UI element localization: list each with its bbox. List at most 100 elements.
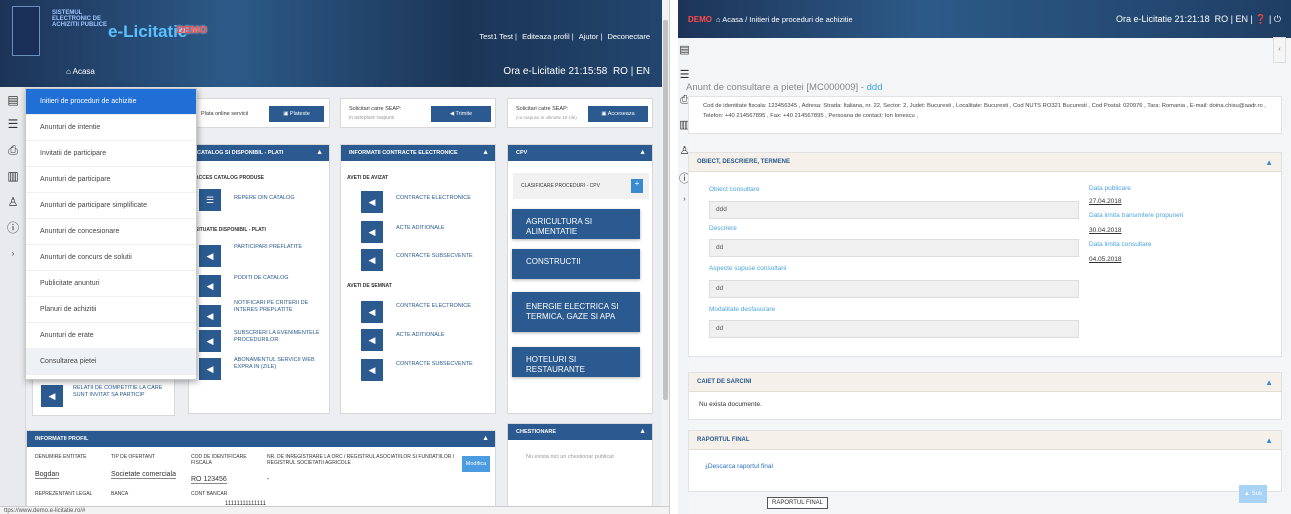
chevron-right-icon[interactable]: › xyxy=(6,247,20,261)
semnat-btn-1[interactable]: ◀ xyxy=(361,301,383,323)
user-link[interactable]: Test1 Test xyxy=(479,32,513,41)
catalog-header[interactable]: CATALOG SI DISPONIBIL - PLATI ▲ xyxy=(189,145,329,161)
situatie-btn-4[interactable]: ◀ xyxy=(199,330,221,352)
situatie-btn-1[interactable]: ◀ xyxy=(199,245,221,267)
semnat-btn-2[interactable]: ◀ xyxy=(361,329,383,351)
menu-item-participare-simplificate[interactable]: Anunturi de participare simplificate xyxy=(26,193,196,219)
scroll-thumb[interactable] xyxy=(663,20,668,400)
catalog-repere-link[interactable]: REPERE DIN CATALOG xyxy=(234,195,295,202)
avizat-btn-1[interactable]: ◀ xyxy=(361,191,383,213)
help-link[interactable]: Ajutor xyxy=(579,32,599,41)
menu-item-concurs[interactable]: Anunturi de concurs de solutii xyxy=(26,245,196,271)
logout-icon[interactable]: ⏻ xyxy=(1274,14,1281,24)
questionnaire-header[interactable]: CHESTIONARE ▲ xyxy=(508,424,652,440)
menu-item-intentie[interactable]: Anunturi de intentie xyxy=(26,115,196,141)
edit-profile-link[interactable]: Editeaza profil xyxy=(522,32,570,41)
chevron-up-icon[interactable]: ▲ xyxy=(1265,153,1273,172)
chart-icon[interactable]: ▥ xyxy=(6,169,20,183)
avizat-btn-3[interactable]: ◀ xyxy=(361,249,383,271)
chevron-up-icon[interactable]: ▲ xyxy=(316,145,323,161)
avizat-link-3[interactable]: CONTRACTE SUBSECVENTE xyxy=(396,253,473,260)
cpv-add-button[interactable]: + xyxy=(631,179,643,193)
cpv-tile-3[interactable]: ENERGIE ELECTRICA SI TERMICA, GAZE SI AP… xyxy=(512,292,640,332)
semnat-btn-3[interactable]: ◀ xyxy=(361,359,383,381)
catalog-card: CATALOG SI DISPONIBIL - PLATI ▲ ACCES CAT… xyxy=(188,144,330,414)
chevron-up-icon[interactable]: ▲ xyxy=(1265,431,1273,450)
menu-item-publicitate[interactable]: Publicitate anunturi xyxy=(26,271,196,297)
access-button[interactable]: ▣ Acceseaza xyxy=(588,106,648,122)
modify-button[interactable]: Modifica xyxy=(462,456,490,472)
obiect-header[interactable]: OBIECT, DESCRIERE, TERMENE ▲ xyxy=(689,153,1281,172)
cpv-tile-2[interactable]: CONSTRUCTII xyxy=(512,249,640,279)
chevron-up-icon[interactable]: ▲ xyxy=(482,431,489,447)
cpv-header[interactable]: CPV ▲ xyxy=(508,145,652,161)
logout-link[interactable]: Deconectare xyxy=(607,32,650,41)
download-report-label: Descarca raportul final xyxy=(707,463,773,470)
raport-header[interactable]: RAPORTUL FINAL ▲ xyxy=(689,431,1281,450)
profile-header[interactable]: INFORMATII PROFIL ▲ xyxy=(27,431,495,447)
situatie-btn-2[interactable]: ◀ xyxy=(199,275,221,297)
situatie-link-2[interactable]: PODITI DE CATALOG xyxy=(234,275,324,282)
breadcrumb-text[interactable]: Acasa / Initieri de proceduri de achizit… xyxy=(722,15,853,24)
chevron-up-icon[interactable]: ▲ xyxy=(1265,373,1273,392)
document-icon[interactable]: ▤ xyxy=(6,93,20,107)
home-link[interactable]: ⌂ Acasa xyxy=(66,67,95,76)
lang-switch[interactable]: RO | EN | xyxy=(1215,14,1253,24)
chevron-up-icon[interactable]: ▲ xyxy=(639,424,646,440)
data-publicare-value: 27.04.2018 xyxy=(1089,198,1122,205)
semnat-link-2[interactable]: ACTE ADITIONALE xyxy=(396,332,445,339)
questionnaire-card: CHESTIONARE ▲ Nu exista nici un chestiona… xyxy=(507,423,653,507)
brand-name[interactable]: e-Licitatie xyxy=(108,22,187,42)
caiet-header[interactable]: CAIET DE SARCINI ▲ xyxy=(689,373,1281,392)
answered-card: Solicitari catre SEAP: (cu raspuns in ul… xyxy=(507,98,653,128)
menu-item-invitatii[interactable]: Invitatii de participare xyxy=(26,141,196,167)
situatie-label: SITUATIE DISPONIBIL - PLATI xyxy=(195,227,266,233)
left-scrollbar[interactable] xyxy=(662,0,669,506)
semnat-link-3[interactable]: CONTRACTE SUBSECVENTE xyxy=(396,361,473,368)
relatii-link[interactable]: RELATII DE COMPETITIE LA CARE SUNT INVIT… xyxy=(73,385,168,399)
lang-ro[interactable]: RO xyxy=(613,66,628,77)
document-icon[interactable]: ▤ xyxy=(679,43,690,56)
semnat-link-1[interactable]: CONTRACTE ELECTRONICE xyxy=(396,303,471,310)
situatie-btn-5[interactable]: ◀ xyxy=(199,358,221,380)
situatie-link-4[interactable]: SUBSCRIERI LA EVENIMENTELE PROCEDURILOR xyxy=(234,330,324,344)
seap-logo[interactable] xyxy=(12,6,40,56)
help-icon[interactable]: ❓ xyxy=(1255,14,1266,24)
user-icon[interactable]: ♙ xyxy=(6,195,20,209)
collapse-button[interactable]: ‹ xyxy=(1273,37,1286,63)
answered-label: Solicitari catre SEAP: xyxy=(516,106,569,112)
back-to-top-label: Sus xyxy=(1251,491,1262,497)
access-label: Acceseaza xyxy=(607,111,635,117)
printer-icon[interactable]: ⎙ xyxy=(6,143,20,157)
menu-item-initieri[interactable]: Initieri de proceduri de achizitie xyxy=(26,89,196,115)
back-to-top-button[interactable]: ▲ Sus xyxy=(1239,485,1267,503)
contracts-title: INFORMATII CONTRACTE ELECTRONICE xyxy=(349,150,458,156)
menu-item-erate[interactable]: Anunturi de erate xyxy=(26,323,196,349)
relatii-button[interactable]: ◀ xyxy=(41,385,63,407)
list-icon[interactable]: ☰ xyxy=(6,117,20,131)
menu-item-participare[interactable]: Anunturi de participare xyxy=(26,167,196,193)
chevron-up-icon[interactable]: ▲ xyxy=(639,145,646,161)
avizat-btn-2[interactable]: ◀ xyxy=(361,221,383,243)
situatie-link-3[interactable]: NOTIFICARI PE CRITERII DE INTERES PREPLA… xyxy=(234,300,324,314)
contracts-header[interactable]: INFORMATII CONTRACTE ELECTRONICE ▲ xyxy=(341,145,495,161)
menu-item-planuri[interactable]: Planuri de achizitii xyxy=(26,297,196,323)
download-report-link[interactable]: ⤓Descarca raportul final xyxy=(705,463,773,471)
avizat-link-1[interactable]: CONTRACTE ELECTRONICE xyxy=(396,195,471,202)
cpv-tile-4[interactable]: HOTELURI SI RESTAURANTE xyxy=(512,347,640,377)
situatie-link-1[interactable]: PARTICIPARI PREFLATITE xyxy=(234,244,324,251)
situatie-link-5[interactable]: ABONAMENTUL SERVICII WEB EXPRA IN (ZILE) xyxy=(234,357,324,371)
list-icon[interactable]: ☰ xyxy=(679,68,690,81)
send-button[interactable]: ◀ Trimite xyxy=(431,106,491,122)
avizat-link-2[interactable]: ACTE ADITIONALE xyxy=(396,225,445,232)
page-title: Anunt de consultare a pietei [MC000009] … xyxy=(686,82,882,93)
menu-item-consultare[interactable]: Consultarea pietei xyxy=(26,349,196,375)
situatie-btn-3[interactable]: ◀ xyxy=(199,305,221,327)
catalog-access-button[interactable]: ☰ xyxy=(199,189,221,211)
pay-button[interactable]: ▣ Plateste xyxy=(269,106,324,122)
lang-en[interactable]: EN xyxy=(636,66,650,77)
info-icon[interactable]: ⓘ xyxy=(6,221,20,235)
chevron-up-icon[interactable]: ▲ xyxy=(482,145,489,161)
cpv-tile-1[interactable]: AGRICULTURA SI ALIMENTATIE xyxy=(512,209,640,239)
menu-item-concesionare[interactable]: Anunturi de concesionare xyxy=(26,219,196,245)
